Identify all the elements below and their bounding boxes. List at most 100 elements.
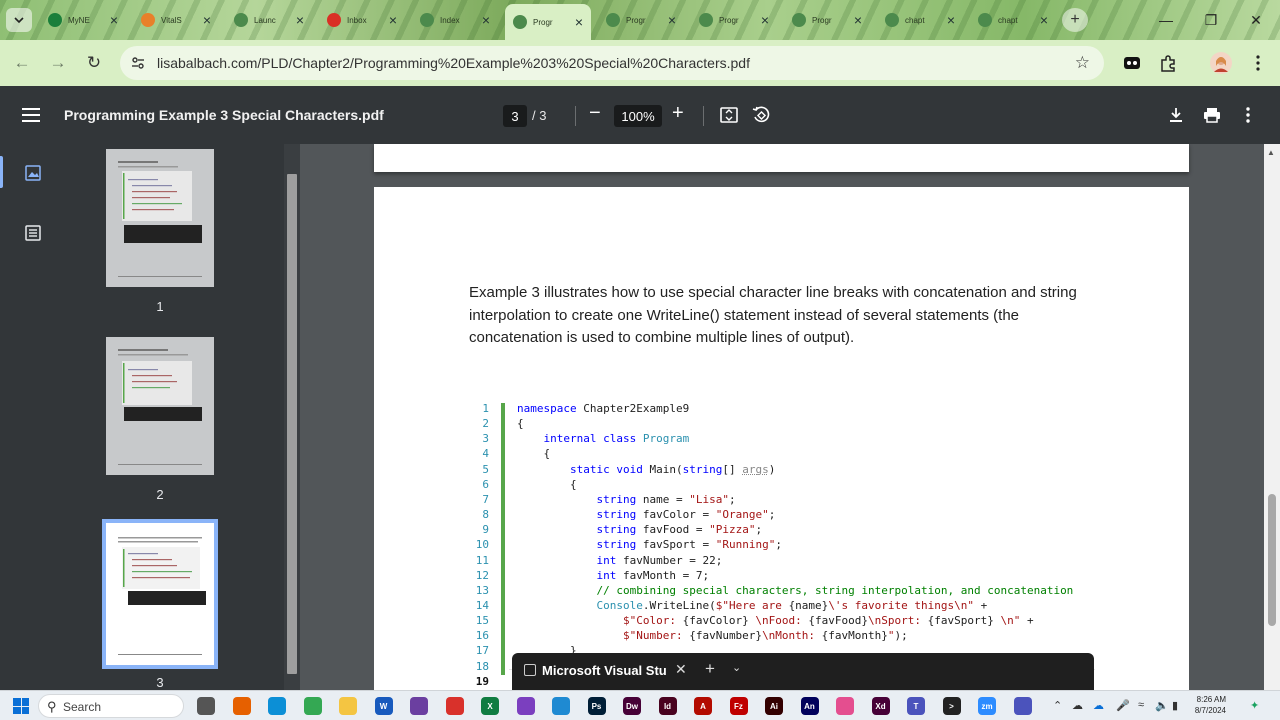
- microphone-icon[interactable]: 🎤: [1116, 699, 1130, 712]
- chevron-down-icon[interactable]: ⌄: [732, 661, 741, 674]
- extension-icon[interactable]: [1121, 52, 1143, 74]
- document-scrollbar[interactable]: ▲: [1264, 144, 1280, 690]
- address-bar[interactable]: lisabalbach.com/PLD/Chapter2/Programming…: [120, 46, 1104, 80]
- visual-studio-icon[interactable]: [516, 697, 535, 715]
- taskbar-search[interactable]: ⚲ Search: [38, 694, 184, 718]
- browser-tab[interactable]: Index ×: [412, 6, 498, 34]
- indesign-icon[interactable]: Id: [658, 697, 677, 715]
- code-line: 12 int favMonth = 7;: [469, 568, 709, 583]
- tab-close-icon[interactable]: ×: [296, 12, 304, 28]
- tab-close-icon[interactable]: ×: [575, 14, 583, 30]
- dreamweaver-icon[interactable]: Dw: [623, 697, 641, 715]
- browser-tab[interactable]: MyNE ×: [40, 6, 126, 34]
- site-info-icon[interactable]: [130, 55, 146, 71]
- zoom-level-input[interactable]: 100%: [614, 105, 662, 127]
- teams-notif-icon[interactable]: [1013, 697, 1032, 715]
- page-thumbnail-1[interactable]: [106, 149, 214, 287]
- word-icon[interactable]: W: [374, 697, 393, 715]
- browser-menu-button[interactable]: [1247, 52, 1269, 74]
- close-icon[interactable]: ✕: [675, 661, 687, 678]
- thumbnails-icon[interactable]: [24, 164, 42, 182]
- restore-button[interactable]: ❐: [1193, 8, 1229, 32]
- obs-icon[interactable]: [410, 697, 428, 715]
- browser-tab[interactable]: Progr ×: [784, 6, 870, 34]
- profile-avatar[interactable]: [1210, 52, 1232, 74]
- tab-close-icon[interactable]: ×: [389, 12, 397, 28]
- menu-icon[interactable]: [22, 107, 40, 123]
- firefox-icon[interactable]: [232, 697, 251, 715]
- copilot-icon[interactable]: ✦: [1250, 699, 1259, 712]
- filezilla-icon[interactable]: Fz: [729, 697, 748, 715]
- zoom-out-button[interactable]: −: [589, 102, 601, 125]
- fit-page-icon[interactable]: [719, 105, 739, 125]
- excel-icon[interactable]: X: [481, 697, 499, 715]
- edge-icon[interactable]: [268, 697, 286, 715]
- tab-close-icon[interactable]: ×: [947, 12, 955, 28]
- photoshop-icon[interactable]: Ps: [587, 697, 606, 715]
- tab-close-icon[interactable]: ×: [761, 12, 769, 28]
- download-icon[interactable]: [1166, 105, 1186, 125]
- xd-icon[interactable]: Xd: [871, 697, 890, 715]
- chrome-icon[interactable]: [303, 697, 322, 715]
- tab-close-icon[interactable]: ×: [854, 12, 862, 28]
- new-tab-button[interactable]: +: [1062, 8, 1088, 32]
- reload-button[interactable]: ↻: [82, 51, 106, 75]
- browser-tab[interactable]: VitalS ×: [133, 6, 219, 34]
- windows-start-icon[interactable]: [13, 698, 29, 714]
- forward-button[interactable]: →: [46, 51, 70, 75]
- bookmark-star-icon[interactable]: ☆: [1075, 53, 1090, 73]
- volume-icon[interactable]: 🔈: [1155, 699, 1169, 712]
- illustrator-icon[interactable]: Ai: [765, 697, 783, 715]
- browser-tab[interactable]: Inbox ×: [319, 6, 405, 34]
- vscode-icon[interactable]: [552, 697, 570, 715]
- page-thumbnail-2[interactable]: [106, 337, 214, 475]
- wifi-icon[interactable]: ≈: [1138, 699, 1144, 711]
- file-explorer-icon[interactable]: [339, 697, 357, 715]
- terminal-icon[interactable]: >: [942, 697, 961, 715]
- browser-tab[interactable]: Progr ×: [505, 4, 591, 40]
- search-icon: ⚲: [47, 699, 57, 714]
- battery-icon[interactable]: ▮: [1172, 699, 1178, 712]
- cloud-icon[interactable]: ☁: [1072, 699, 1083, 712]
- page-number-input[interactable]: 3: [503, 105, 527, 127]
- task-view-icon[interactable]: [197, 697, 215, 715]
- browser-tab[interactable]: chapt ×: [970, 6, 1056, 34]
- print-icon[interactable]: [1202, 105, 1222, 125]
- tab-close-icon[interactable]: ×: [668, 12, 676, 28]
- acrobat-dc-icon[interactable]: A: [694, 697, 712, 715]
- tab-close-icon[interactable]: ×: [203, 12, 211, 28]
- minimize-button[interactable]: —: [1148, 8, 1184, 32]
- tab-close-icon[interactable]: ×: [1040, 12, 1048, 28]
- more-vert-icon[interactable]: [1238, 105, 1258, 125]
- close-window-button[interactable]: ✕: [1238, 8, 1274, 32]
- scrollbar-thumb[interactable]: [287, 174, 297, 674]
- scroll-up-icon[interactable]: ▲: [1267, 148, 1275, 157]
- visual-studio-window-tab[interactable]: Microsoft Visual Stu ✕ + ⌄: [512, 653, 1094, 690]
- thumbnail-scrollbar[interactable]: [284, 144, 300, 690]
- onedrive-icon[interactable]: ☁: [1093, 699, 1104, 712]
- tab-close-icon[interactable]: ×: [110, 12, 118, 28]
- scrollbar-thumb[interactable]: [1268, 494, 1276, 626]
- tab-search-button[interactable]: [6, 8, 32, 32]
- photos-icon[interactable]: [836, 697, 854, 715]
- browser-tab[interactable]: Progr ×: [691, 6, 777, 34]
- browser-tab[interactable]: chapt ×: [877, 6, 963, 34]
- acrobat-icon[interactable]: [445, 697, 464, 715]
- browser-tab[interactable]: Progr ×: [598, 6, 684, 34]
- taskbar-clock[interactable]: 8:26 AM 8/7/2024: [1190, 694, 1226, 716]
- url-text[interactable]: lisabalbach.com/PLD/Chapter2/Programming…: [157, 55, 750, 71]
- extensions-puzzle-icon[interactable]: [1157, 52, 1179, 74]
- tab-close-icon[interactable]: ×: [482, 12, 490, 28]
- chevron-up-icon[interactable]: ⌃: [1053, 699, 1062, 712]
- plus-icon[interactable]: +: [705, 659, 715, 679]
- rotate-icon[interactable]: [751, 105, 771, 125]
- zoom-in-button[interactable]: +: [672, 102, 684, 125]
- back-button[interactable]: ←: [10, 51, 34, 75]
- browser-tab[interactable]: Launc ×: [226, 6, 312, 34]
- body-paragraph: Example 3 illustrates how to use special…: [469, 284, 1077, 346]
- teams-icon[interactable]: T: [907, 697, 925, 715]
- animate-icon[interactable]: An: [800, 697, 819, 715]
- outline-icon[interactable]: [24, 224, 42, 242]
- page-thumbnail-3[interactable]: [102, 519, 218, 669]
- zoom-icon[interactable]: zm: [978, 697, 996, 715]
